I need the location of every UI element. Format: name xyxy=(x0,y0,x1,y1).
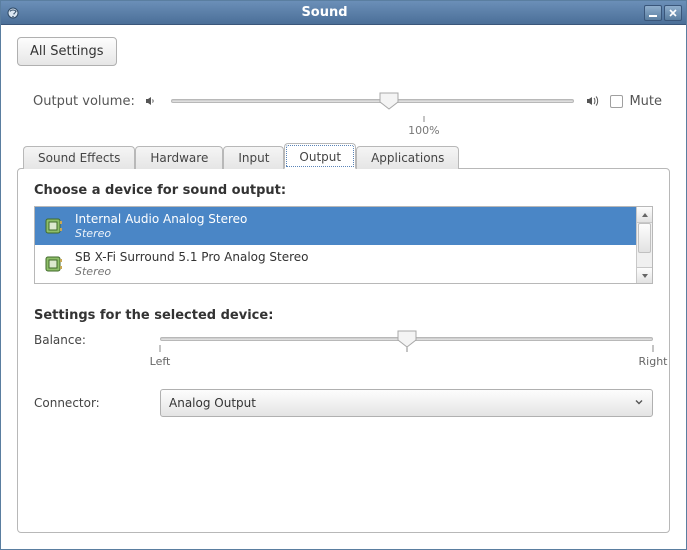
window-content: All Settings Output volume: Mute xyxy=(1,25,686,549)
device-item[interactable]: Internal Audio Analog Stereo Stereo xyxy=(35,207,636,245)
sound-card-icon xyxy=(43,215,65,237)
tab-input[interactable]: Input xyxy=(223,146,284,169)
balance-left-label: Left xyxy=(150,355,171,368)
speaker-high-icon xyxy=(586,94,602,108)
device-subtitle: Stereo xyxy=(75,265,309,279)
device-list: Internal Audio Analog Stereo Stereo SB X… xyxy=(34,206,653,284)
tab-sound-effects[interactable]: Sound Effects xyxy=(23,146,135,169)
balance-row: Balance: Left Right xyxy=(34,331,653,371)
all-settings-button[interactable]: All Settings xyxy=(17,37,117,66)
device-name: SB X-Fi Surround 5.1 Pro Analog Stereo xyxy=(75,250,309,265)
scroll-thumb[interactable] xyxy=(638,223,651,253)
output-volume-label: Output volume: xyxy=(33,94,135,109)
connector-selected: Analog Output xyxy=(169,396,256,410)
tab-hardware[interactable]: Hardware xyxy=(135,146,223,169)
mute-checkbox[interactable]: Mute xyxy=(610,94,662,109)
tab-strip: Sound Effects Hardware Input Output Appl… xyxy=(17,142,670,168)
connector-row: Connector: Analog Output xyxy=(34,389,653,417)
minimize-button[interactable] xyxy=(644,5,662,21)
window-title: Sound xyxy=(5,5,644,20)
output-volume-row: Output volume: Mute xyxy=(17,90,670,112)
volume-tick-100: 100% xyxy=(408,124,439,137)
choose-device-heading: Choose a device for sound output: xyxy=(34,183,653,198)
connector-label: Connector: xyxy=(34,396,144,410)
device-subtitle: Stereo xyxy=(75,227,247,241)
connector-combobox[interactable]: Analog Output xyxy=(160,389,653,417)
balance-label: Balance: xyxy=(34,331,144,347)
mute-check-box[interactable] xyxy=(610,95,623,108)
balance-right-label: Right xyxy=(639,355,668,368)
sound-card-icon xyxy=(43,253,65,275)
output-panel: Choose a device for sound output: Intern… xyxy=(17,168,670,533)
mute-label: Mute xyxy=(629,94,662,109)
selected-device-settings-heading: Settings for the selected device: xyxy=(34,308,653,323)
device-list-scrollbar[interactable] xyxy=(636,207,652,283)
device-item[interactable]: SB X-Fi Surround 5.1 Pro Analog Stereo S… xyxy=(35,245,636,283)
tab-output[interactable]: Output xyxy=(284,143,356,169)
close-button[interactable] xyxy=(664,5,682,21)
device-name: Internal Audio Analog Stereo xyxy=(75,212,247,227)
titlebar: Sound xyxy=(1,1,686,25)
all-settings-label: All Settings xyxy=(30,44,104,59)
balance-slider[interactable]: Left Right xyxy=(160,331,653,371)
volume-ticks: 100% xyxy=(189,116,624,138)
tab-applications[interactable]: Applications xyxy=(356,146,459,169)
chevron-down-icon xyxy=(634,396,644,410)
scroll-down-button[interactable] xyxy=(637,267,652,283)
output-volume-slider[interactable] xyxy=(171,90,575,112)
sound-settings-window: Sound All Settings Output volume: xyxy=(0,0,687,550)
tabs: Sound Effects Hardware Input Output Appl… xyxy=(17,142,670,533)
speaker-low-icon xyxy=(143,94,159,108)
scroll-up-button[interactable] xyxy=(637,207,652,223)
